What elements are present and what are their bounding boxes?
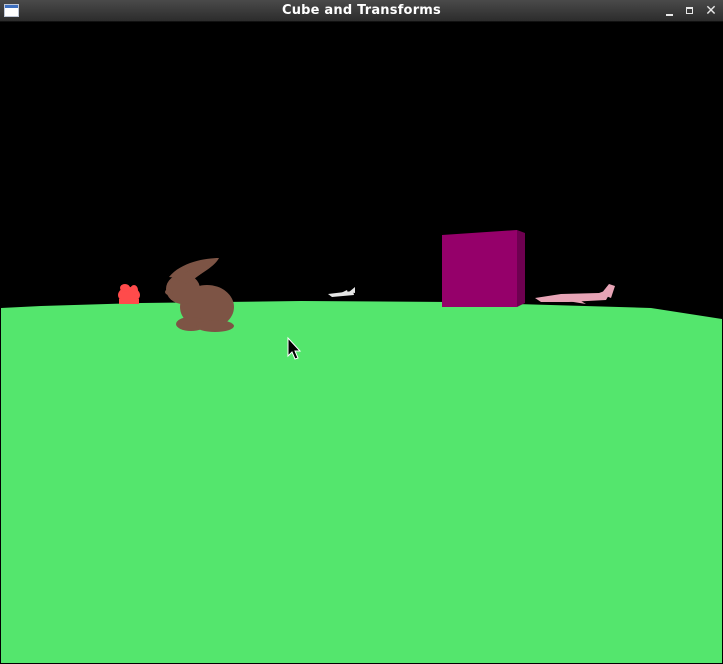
maximize-button[interactable] xyxy=(682,3,698,19)
title-bar[interactable]: Cube and Transforms ✕ xyxy=(0,0,723,22)
minimize-button[interactable] xyxy=(662,3,678,19)
scene-canvas xyxy=(1,22,722,663)
window-title: Cube and Transforms xyxy=(281,3,441,18)
purple-cube xyxy=(442,230,525,307)
red-model xyxy=(118,284,140,304)
application-window: Cube and Transforms ✕ xyxy=(0,0,723,664)
3d-viewport[interactable] xyxy=(1,22,722,663)
ground-plane xyxy=(1,301,722,663)
close-button[interactable]: ✕ xyxy=(703,3,719,19)
close-icon: ✕ xyxy=(705,3,717,19)
